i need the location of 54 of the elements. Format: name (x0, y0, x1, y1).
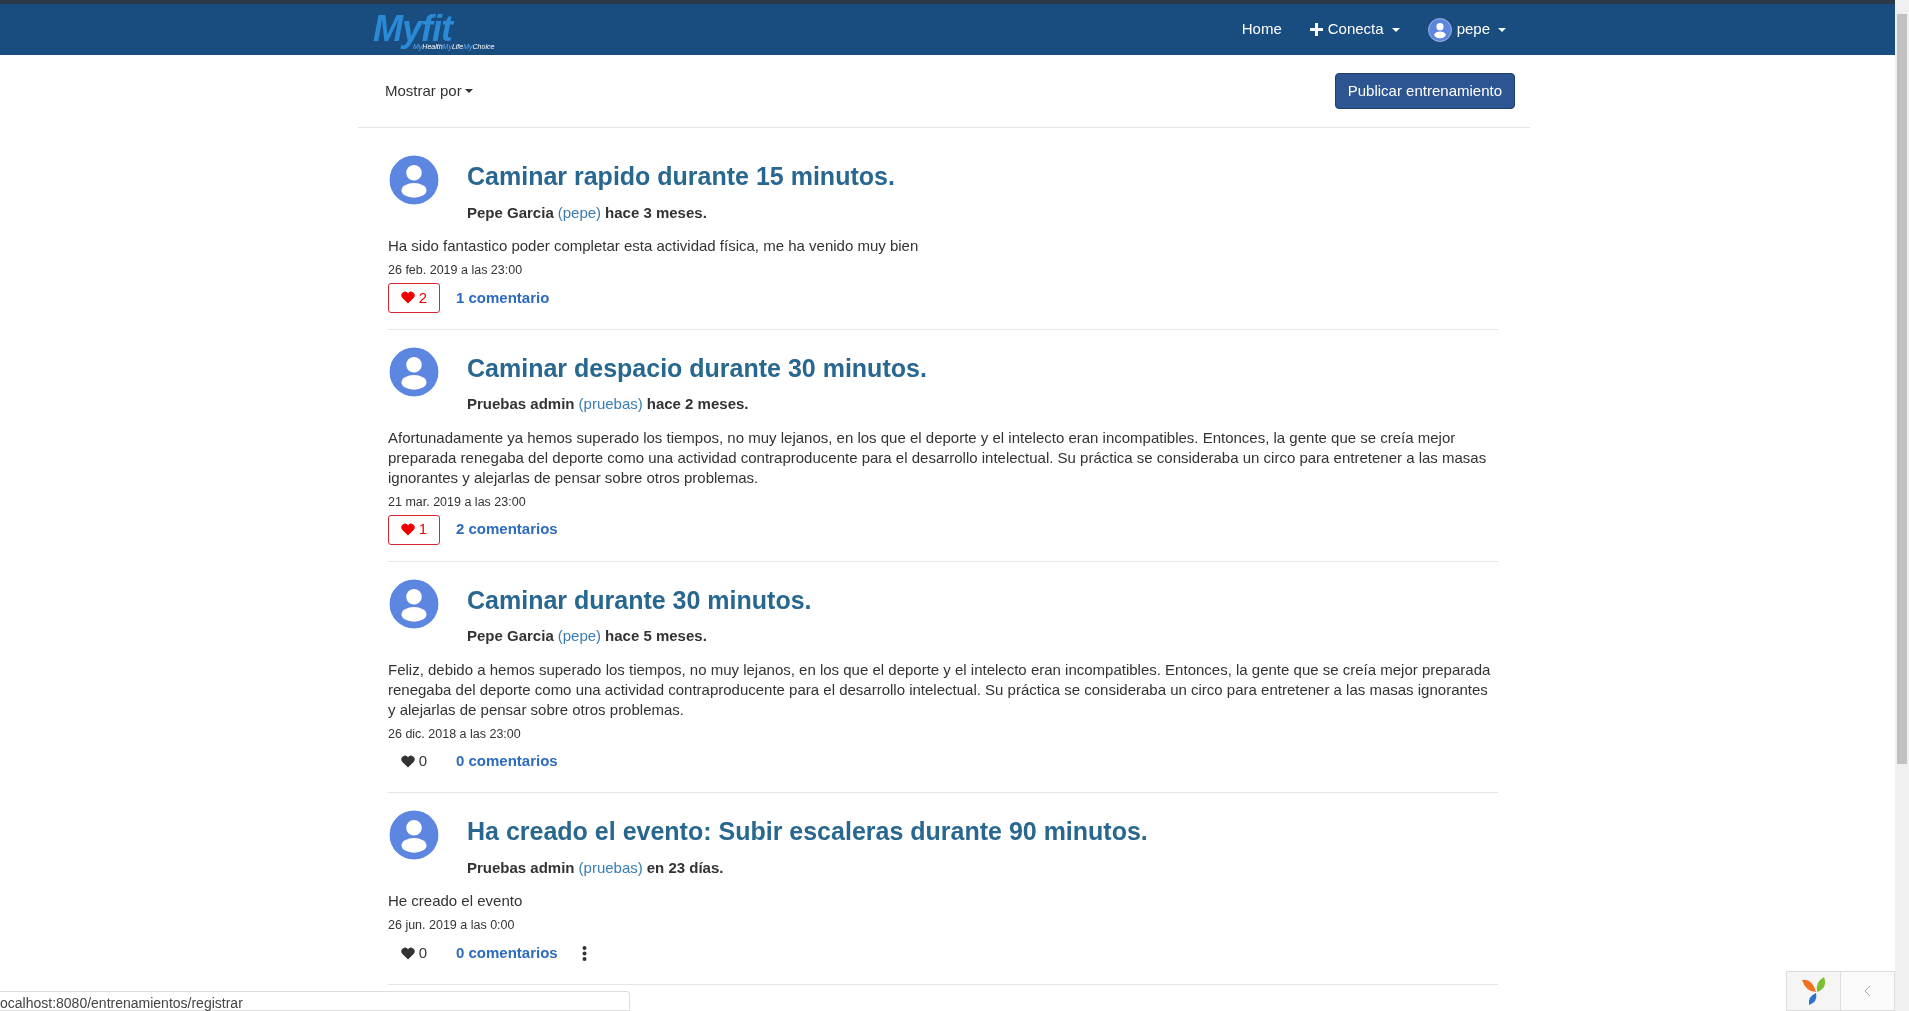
avatar-icon (1427, 17, 1452, 42)
username-link[interactable]: (pepe) (557, 201, 602, 224)
post-date: 26 jun. 2019 a las 0:00 (388, 917, 516, 935)
publish-button[interactable]: Publicar entrenamiento (1334, 72, 1515, 110)
post-body: Feliz, debido a hemos superado los tiempos, no muy lejanos, en los que el deporte y el intelecto eran incompatibles. Entonces, la gente que se creía mejor preparada renegaba del deporte como una actividad contraproducente para el desarrollo intelectual. Su práctica se consideraba un circo para entretener a las masas ignorantes y alejarlas de pensar sobre otros problemas. (388, 659, 1492, 720)
post-title[interactable]: Ha creado el evento: Subir escaleras durante 90 minutos. (467, 813, 1148, 851)
post-date: 26 dic. 2018 a las 23:00 (388, 725, 522, 743)
author-name: Pepe Garcia (467, 626, 554, 646)
post-title[interactable]: Caminar rapido durante 15 minutos. (467, 158, 895, 196)
heart-icon (400, 946, 415, 960)
comments-link[interactable]: 0 comentarios (456, 941, 558, 965)
heart-icon (400, 291, 415, 305)
post-body: He creado el evento (388, 891, 524, 912)
heart-icon (400, 754, 415, 768)
like-button[interactable]: 0 (388, 938, 440, 968)
avatar-icon (388, 154, 440, 206)
avatar-icon (388, 345, 440, 398)
post-title[interactable]: Caminar despacio durante 30 minutos. (467, 349, 927, 388)
username-link[interactable]: (pruebas) (578, 856, 643, 880)
more-icon[interactable] (581, 945, 587, 961)
avatar-icon (388, 577, 440, 630)
avatar-icon (388, 809, 440, 862)
plus-icon (1309, 23, 1323, 36)
post-title[interactable]: Caminar durante 30 minutos. (467, 581, 812, 619)
comments-link[interactable]: 0 comentarios (456, 750, 558, 773)
username-link[interactable]: (pruebas) (578, 393, 643, 416)
post-date: 21 mar. 2019 a las 23:00 (388, 493, 527, 511)
nav-link[interactable]: pepe (1413, 17, 1520, 42)
post-time: hace 5 meses. (605, 626, 707, 646)
caret-icon (464, 89, 473, 93)
author-name: Pepe Garcia (467, 202, 554, 223)
post-time: hace 2 meses. (646, 394, 749, 415)
comments-link[interactable]: 2 comentarios (456, 518, 558, 541)
like-button[interactable]: 1 (388, 514, 440, 545)
username-link[interactable]: (pepe) (557, 625, 602, 648)
caret-icon (1498, 27, 1506, 32)
author-name: Pruebas admin (467, 857, 575, 878)
sort-dropdown[interactable]: Mostrar por (385, 79, 473, 103)
post-body: Ha sido fantastico poder completar esta actividad física, me ha venido muy bien (388, 236, 920, 256)
nav-link[interactable]: Home (1227, 18, 1296, 41)
post-time: hace 3 meses. (605, 202, 707, 223)
leaf-logo-icon[interactable] (1799, 976, 1828, 1006)
heart-icon (400, 523, 415, 536)
caret-icon (1391, 27, 1400, 32)
status-url: ocalhost:8080/entrenamientos/registrar (0, 991, 630, 1011)
scrollbar[interactable] (1895, 0, 1909, 1011)
like-button[interactable]: 0 (388, 746, 440, 777)
like-button[interactable]: 2 (388, 282, 440, 313)
comments-link[interactable]: 1 comentario (456, 286, 550, 309)
post-body: Afortunadamente ya hemos superado los tiempos, no muy lejanos, en los que el deporte y el intelecto eran incompatibles. Entonces, la gente que se creía mejor preparada renegaba del deporte como una actividad contraproducente para el desarrollo intelectual. Su práctica se consideraba un circo para entretener a las masas ignorantes y alejarlas de pensar sobre otros problemas. (388, 427, 1488, 488)
author-name: Pruebas admin (467, 394, 575, 415)
post-time: en 23 días. (646, 857, 724, 878)
nav-link[interactable]: Conecta (1295, 18, 1414, 41)
post-date: 26 feb. 2019 a las 23:00 (388, 262, 524, 279)
